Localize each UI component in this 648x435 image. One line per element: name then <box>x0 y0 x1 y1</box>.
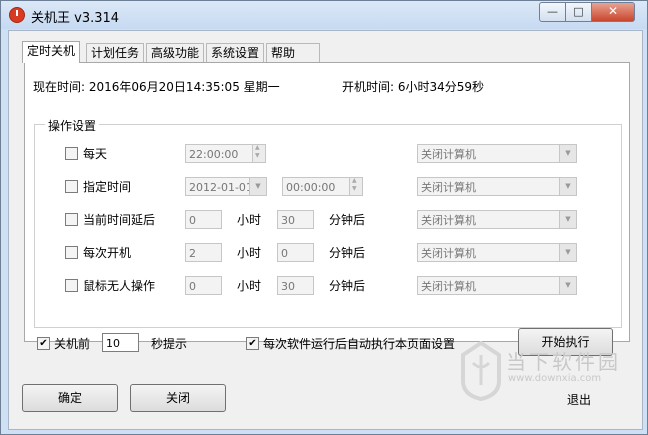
delay-label: 当前时间延后 <box>83 213 156 227</box>
prompt-seconds-input[interactable]: 10 <box>102 333 139 352</box>
watermark-text: 当下软件园 <box>506 350 621 374</box>
specific-time-label: 指定时间 <box>83 180 132 194</box>
delay-hours-field[interactable]: 0 <box>185 210 222 229</box>
tab-system-settings[interactable]: 系统设置 <box>206 43 265 62</box>
specific-action-value: 关闭计算机 <box>421 181 476 194</box>
on-boot-checkbox[interactable] <box>65 246 78 259</box>
minimize-button[interactable]: — <box>539 2 566 22</box>
specific-date-value: 2012-01-01 <box>189 181 253 194</box>
idle-minutes-field[interactable]: 30 <box>277 276 314 295</box>
app-window: 关机王 v3.314 — □ ✕ 定时关机 计划任务 高级功能 系统设置 帮助 … <box>0 0 648 435</box>
chevron-down-icon: ▼ <box>559 244 576 261</box>
on-boot-minutes-unit: 分钟后 <box>329 246 366 260</box>
delay-checkbox[interactable] <box>65 213 78 226</box>
close-button[interactable]: 关闭 <box>130 384 226 412</box>
chevron-down-icon: ▼ <box>249 178 266 195</box>
auto-run-checkbox[interactable]: ✔ <box>246 337 259 350</box>
specific-date-picker[interactable]: 2012-01-01 ▼ <box>185 177 267 196</box>
daily-checkbox[interactable] <box>65 147 78 160</box>
prompt-suffix-label: 秒提示 <box>151 337 188 351</box>
current-time-readout: 现在时间: 2016年06月20日14:35:05 星期一 <box>33 80 280 94</box>
daily-action-value: 关闭计算机 <box>421 148 476 161</box>
idle-checkbox[interactable] <box>65 279 78 292</box>
group-title: 操作设置 <box>45 117 100 134</box>
specific-time-spinner[interactable] <box>349 177 363 196</box>
tab-help[interactable]: 帮助 <box>266 43 320 62</box>
delay-action-value: 关闭计算机 <box>421 214 476 227</box>
tab-timed-shutdown[interactable]: 定时关机 <box>22 41 81 63</box>
idle-action-value: 关闭计算机 <box>421 280 476 293</box>
delay-minutes-unit: 分钟后 <box>329 213 366 227</box>
specific-action-select[interactable]: 关闭计算机 ▼ <box>417 177 577 196</box>
chevron-down-icon: ▼ <box>559 178 576 195</box>
daily-action-select[interactable]: 关闭计算机 ▼ <box>417 144 577 163</box>
tab-scheduled-tasks[interactable]: 计划任务 <box>86 43 145 62</box>
power-icon <box>9 7 25 23</box>
tab-panel: 现在时间: 2016年06月20日14:35:05 星期一 开机时间: 6小时3… <box>24 62 630 342</box>
watermark-url: www.downxia.com <box>508 373 602 384</box>
delay-hours-unit: 小时 <box>237 213 262 227</box>
idle-label: 鼠标无人操作 <box>83 279 156 293</box>
maximize-button[interactable]: □ <box>565 2 592 22</box>
prompt-before-label: 关机前 <box>54 337 91 351</box>
daily-time-field[interactable]: 22:00:00 <box>185 144 253 163</box>
daily-time-spinner[interactable] <box>252 144 266 163</box>
on-boot-minutes-field[interactable]: 0 <box>277 243 314 262</box>
operation-settings-group: 操作设置 每天 22:00:00 关闭计算机▼ 指定时间 2012-01-01▼… <box>34 117 622 328</box>
specific-time-checkbox[interactable] <box>65 180 78 193</box>
daily-label: 每天 <box>83 147 108 161</box>
tab-advanced[interactable]: 高级功能 <box>146 43 205 62</box>
idle-minutes-unit: 分钟后 <box>329 279 366 293</box>
watermark-logo-icon <box>461 341 501 401</box>
idle-hours-unit: 小时 <box>237 279 262 293</box>
exit-button[interactable]: 退出 <box>567 391 591 408</box>
idle-hours-field[interactable]: 0 <box>185 276 222 295</box>
on-boot-label: 每次开机 <box>83 246 132 260</box>
auto-run-label: 每次软件运行后自动执行本页面设置 <box>263 337 456 351</box>
delay-action-select[interactable]: 关闭计算机 ▼ <box>417 210 577 229</box>
ok-button[interactable]: 确定 <box>22 384 118 412</box>
on-boot-hours-unit: 小时 <box>237 246 262 260</box>
idle-action-select[interactable]: 关闭计算机 ▼ <box>417 276 577 295</box>
window-title: 关机王 v3.314 <box>31 11 120 26</box>
chevron-down-icon: ▼ <box>559 211 576 228</box>
specific-time-field[interactable]: 00:00:00 <box>282 177 350 196</box>
title-bar: 关机王 v3.314 — □ ✕ <box>1 1 647 29</box>
close-window-button[interactable]: ✕ <box>591 2 635 22</box>
chevron-down-icon: ▼ <box>559 277 576 294</box>
uptime-readout: 开机时间: 6小时34分59秒 <box>342 80 485 94</box>
on-boot-hours-field[interactable]: 2 <box>185 243 222 262</box>
chevron-down-icon: ▼ <box>559 145 576 162</box>
prompt-before-checkbox[interactable]: ✔ <box>37 337 50 350</box>
on-boot-action-value: 关闭计算机 <box>421 247 476 260</box>
delay-minutes-field[interactable]: 30 <box>277 210 314 229</box>
on-boot-action-select[interactable]: 关闭计算机 ▼ <box>417 243 577 262</box>
